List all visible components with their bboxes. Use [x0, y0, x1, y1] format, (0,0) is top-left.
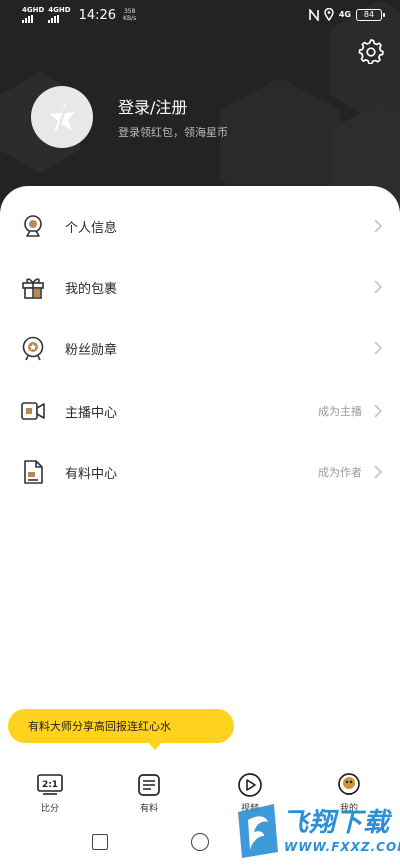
promo-tooltip[interactable]: 有料大师分享高回报连红心水: [8, 709, 234, 750]
network-speed: 358 KB/s: [123, 8, 136, 22]
chevron-right-icon: [374, 404, 383, 418]
score-icon-text: 2:1: [42, 780, 58, 790]
watermark-url: WWW.FXXZ.COM: [284, 840, 400, 854]
menu-item-label: 有料中心: [65, 466, 118, 482]
battery-icon: 84: [356, 8, 385, 21]
article-icon: [136, 772, 162, 798]
promo-tooltip-text: 有料大师分享高回报连红心水: [28, 720, 171, 733]
tooltip-arrow: [148, 742, 162, 750]
login-register-link[interactable]: 登录/注册: [118, 94, 187, 118]
star-logo-icon: [49, 102, 75, 132]
watermark-emblem-icon: [238, 804, 278, 858]
menu-item-label: 主播中心: [65, 405, 118, 421]
profile-icon: [336, 772, 362, 798]
chevron-right-icon: [374, 341, 383, 355]
clock: 14:26: [78, 7, 117, 23]
menu-item-my-package[interactable]: 我的包裹: [0, 267, 400, 307]
document-edit-icon: [24, 460, 43, 484]
tab-label: 有料: [139, 804, 158, 814]
tab-score[interactable]: 2:1 比分: [20, 772, 80, 820]
status-bar: 4GHD 4GHD 14:26 358 KB/s 4G 84: [0, 0, 400, 30]
watermark-text: 飞翔下载: [282, 808, 391, 838]
menu-item-label: 我的包裹: [65, 281, 118, 297]
score-icon: 2:1: [37, 772, 63, 798]
menu-item-label: 个人信息: [65, 220, 118, 236]
tab-articles[interactable]: 有料: [119, 772, 179, 820]
home-button[interactable]: [191, 833, 209, 851]
location-icon: [324, 8, 334, 21]
streamer-video-icon: [21, 402, 45, 420]
menu-item-content-center[interactable]: 有料中心 成为作者: [0, 452, 400, 492]
fan-medal-icon: [22, 336, 44, 361]
menu-item-personal-info[interactable]: 个人信息: [0, 206, 400, 246]
menu-item-fan-medal[interactable]: 粉丝勋章: [0, 328, 400, 368]
person-webcam-icon: [24, 215, 42, 237]
profile-header: 4GHD 4GHD 14:26 358 KB/s 4G 84 登录/注册 登录领…: [0, 0, 400, 215]
recent-apps-button[interactable]: [92, 834, 108, 850]
tab-label: 比分: [40, 804, 59, 814]
menu-item-label: 粉丝勋章: [65, 342, 118, 358]
menu-card: 个人信息 我的包裹 粉丝勋章 主播中心 成为主播 有料中心 成为作者: [0, 186, 400, 866]
signal-label: 4GHD: [22, 6, 45, 14]
gear-icon: [358, 39, 384, 65]
speed-unit: KB/s: [123, 15, 137, 22]
signal-icon: 4GHD: [48, 6, 71, 23]
signal-label: 4GHD: [48, 6, 71, 14]
chevron-right-icon: [374, 219, 383, 233]
gift-package-icon: [22, 278, 44, 299]
avatar[interactable]: [31, 86, 93, 148]
watermark-logo: 飞翔下载 WWW.FXXZ.COM: [234, 800, 400, 862]
login-subtitle: 登录领红包，领海星币: [118, 126, 228, 139]
nfc-icon: [309, 8, 319, 21]
menu-item-hint: 成为作者: [318, 466, 362, 479]
chevron-right-icon: [374, 280, 383, 294]
speed-value: 358: [123, 8, 136, 15]
signal-icon: 4GHD: [22, 7, 44, 23]
play-icon: [237, 772, 263, 798]
menu-item-streamer-center[interactable]: 主播中心 成为主播: [0, 391, 400, 431]
menu-item-hint: 成为主播: [318, 405, 362, 418]
settings-button[interactable]: [358, 38, 384, 65]
chevron-right-icon: [374, 465, 383, 479]
network-type-label: 4G: [338, 10, 351, 19]
